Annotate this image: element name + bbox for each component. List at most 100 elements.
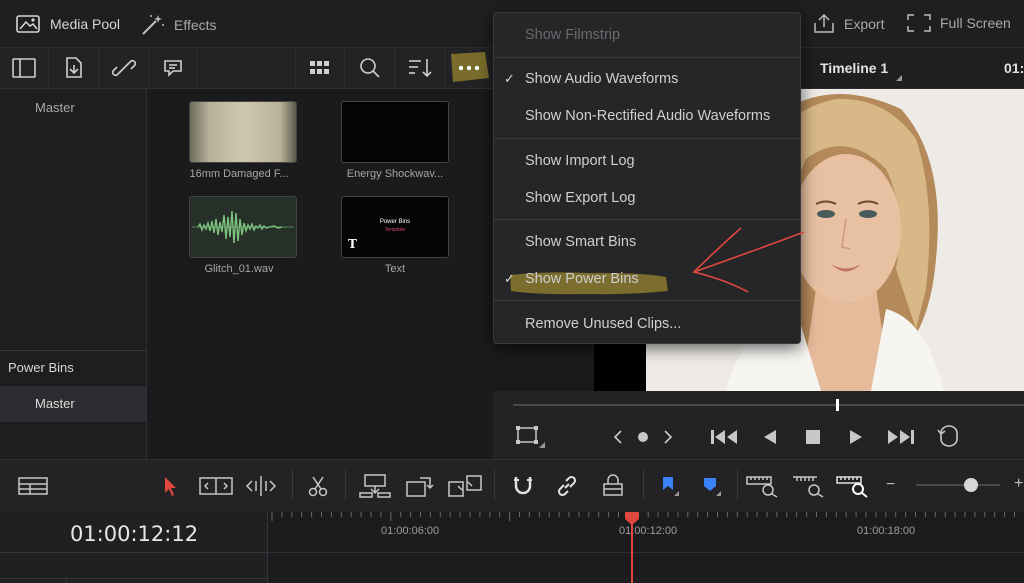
replace-clip-button[interactable]: [448, 474, 482, 498]
full-screen-label: Full Screen: [940, 15, 1011, 31]
menu-item-show-non-rectified-waveforms[interactable]: Show Non-Rectified Audio Waveforms: [494, 103, 800, 129]
clip-item[interactable]: Glitch_01.wav: [169, 196, 309, 275]
thumb-subtitle: Template: [384, 227, 406, 233]
sidebar-toggle-icon: [12, 58, 36, 78]
menu-item-label: Show Smart Bins: [525, 234, 637, 250]
jog-control-icon[interactable]: [613, 428, 673, 446]
clip-thumbnail-black: [341, 101, 449, 163]
zoom-slider-thumb[interactable]: [964, 478, 978, 492]
media-pool-button[interactable]: Media Pool: [16, 13, 120, 35]
ruler-label: 01:00:06:00: [381, 525, 440, 537]
sort-button[interactable]: [395, 48, 445, 88]
jump-to-end-icon[interactable]: [885, 427, 915, 447]
scrubber-track[interactable]: [513, 404, 1024, 406]
overwrite-clip-icon: [406, 477, 434, 497]
media-pool-label: Media Pool: [50, 16, 121, 32]
effects-button[interactable]: Effects: [140, 13, 217, 37]
toggle-bins-button[interactable]: [0, 48, 49, 88]
jump-to-start-icon[interactable]: [710, 427, 740, 447]
menu-item-show-import-log[interactable]: Show Import Log: [494, 148, 800, 174]
menu-item-show-audio-waveforms[interactable]: ✓ Show Audio Waveforms: [494, 66, 800, 92]
timeline-playhead[interactable]: [624, 512, 640, 583]
position-lock-icon: [603, 474, 623, 496]
trim-tool[interactable]: [199, 474, 233, 498]
search-icon: [359, 58, 380, 78]
custom-zoom[interactable]: [836, 474, 870, 498]
menu-item-show-export-log[interactable]: Show Export Log: [494, 185, 800, 211]
timeline-timecode[interactable]: 01:00:12:12: [0, 522, 268, 546]
blade-tool[interactable]: [306, 474, 330, 498]
menu-item-label: Show Import Log: [525, 153, 635, 169]
clip-item[interactable]: Energy Shockwav...: [325, 101, 465, 180]
snapping-toggle[interactable]: [510, 474, 536, 498]
check-icon: ✓: [504, 271, 515, 286]
metadata-button[interactable]: [149, 48, 197, 88]
clip-name: Glitch_01.wav: [204, 263, 274, 275]
unlink-button[interactable]: [99, 48, 149, 88]
track-divider: [0, 578, 268, 579]
dynamic-trim-tool[interactable]: [244, 474, 278, 498]
clip-grid: 16mm Damaged F... Energy Shockwav... Gli…: [148, 89, 493, 459]
more-options-button[interactable]: [445, 48, 493, 88]
clip-item[interactable]: 16mm Damaged F...: [169, 101, 309, 180]
marker-button[interactable]: [698, 474, 722, 498]
zoom-slider-track[interactable]: [916, 484, 1000, 486]
import-media-button[interactable]: [49, 48, 99, 88]
clip-thumbnail-text: Power Bins Template T: [341, 196, 449, 258]
zoom-in-button[interactable]: +: [1014, 475, 1023, 493]
bin-master[interactable]: Master: [35, 100, 75, 115]
grid-view-button[interactable]: [295, 48, 345, 88]
insert-clip-button[interactable]: [358, 474, 392, 498]
toolbar-separator: [494, 470, 495, 500]
timeline-layout-icon: [18, 477, 48, 495]
timeline-ruler[interactable]: 01:00:06:00 01:00:12:00 01:00:18:00: [268, 512, 1024, 583]
power-bin-master-row[interactable]: Master: [0, 386, 147, 422]
search-button[interactable]: [345, 48, 395, 88]
export-icon: [814, 13, 834, 33]
annotation-arrow-icon: [692, 227, 805, 293]
play-icon[interactable]: [847, 428, 865, 446]
broken-link-icon: [111, 59, 136, 77]
export-button[interactable]: Export: [812, 13, 884, 35]
zoom-out-button[interactable]: −: [886, 476, 895, 494]
menu-item-remove-unused-clips[interactable]: Remove Unused Clips...: [494, 311, 800, 337]
toolbar-separator: [292, 470, 293, 500]
ruler-label: 01:00:18:00: [857, 525, 916, 537]
comment-icon: [163, 60, 182, 77]
bin-list-panel: Master Power Bins Master: [0, 89, 147, 459]
menu-item-label: Remove Unused Clips...: [525, 316, 682, 332]
loop-icon[interactable]: [935, 425, 963, 447]
menu-separator: [494, 57, 800, 58]
timeline-dropdown-icon[interactable]: [896, 75, 902, 81]
effects-wand-icon: [142, 15, 164, 35]
full-screen-button[interactable]: Full Screen: [906, 13, 1011, 33]
dynamic-trim-icon: [245, 476, 277, 496]
full-extent-zoom[interactable]: [746, 474, 780, 498]
position-lock-toggle[interactable]: [600, 474, 626, 498]
scrubber-playhead[interactable]: [836, 399, 839, 411]
clip-item[interactable]: Power Bins Template T Text: [325, 196, 465, 275]
linked-selection-toggle[interactable]: [554, 474, 580, 498]
menu-item-show-filmstrip[interactable]: Show Filmstrip: [494, 22, 800, 48]
menu-separator: [494, 138, 800, 139]
marker-icon: [704, 478, 721, 496]
stop-icon[interactable]: [804, 428, 822, 446]
play-reverse-icon[interactable]: [761, 428, 779, 446]
timeline-view-options[interactable]: [18, 474, 48, 498]
full-screen-icon: [907, 14, 931, 32]
zoom-custom-icon: [836, 476, 868, 498]
ruler-ticks: [271, 512, 1015, 521]
menu-item-label: Show Filmstrip: [525, 27, 621, 43]
flag-button[interactable]: [656, 474, 680, 498]
track-col-divider: [66, 578, 67, 583]
import-icon: [65, 57, 82, 78]
viewer-timecode: 01:: [1004, 60, 1024, 76]
transform-icon[interactable]: [515, 425, 545, 449]
zoom-detail-icon: [793, 476, 824, 498]
detail-zoom[interactable]: [792, 474, 826, 498]
clip-thumbnail-audio: [189, 196, 297, 258]
timeline-name[interactable]: Timeline 1: [820, 60, 888, 76]
overwrite-clip-button[interactable]: [405, 474, 435, 498]
pointer-arrow-icon: [165, 477, 176, 496]
selection-tool[interactable]: [160, 474, 180, 498]
